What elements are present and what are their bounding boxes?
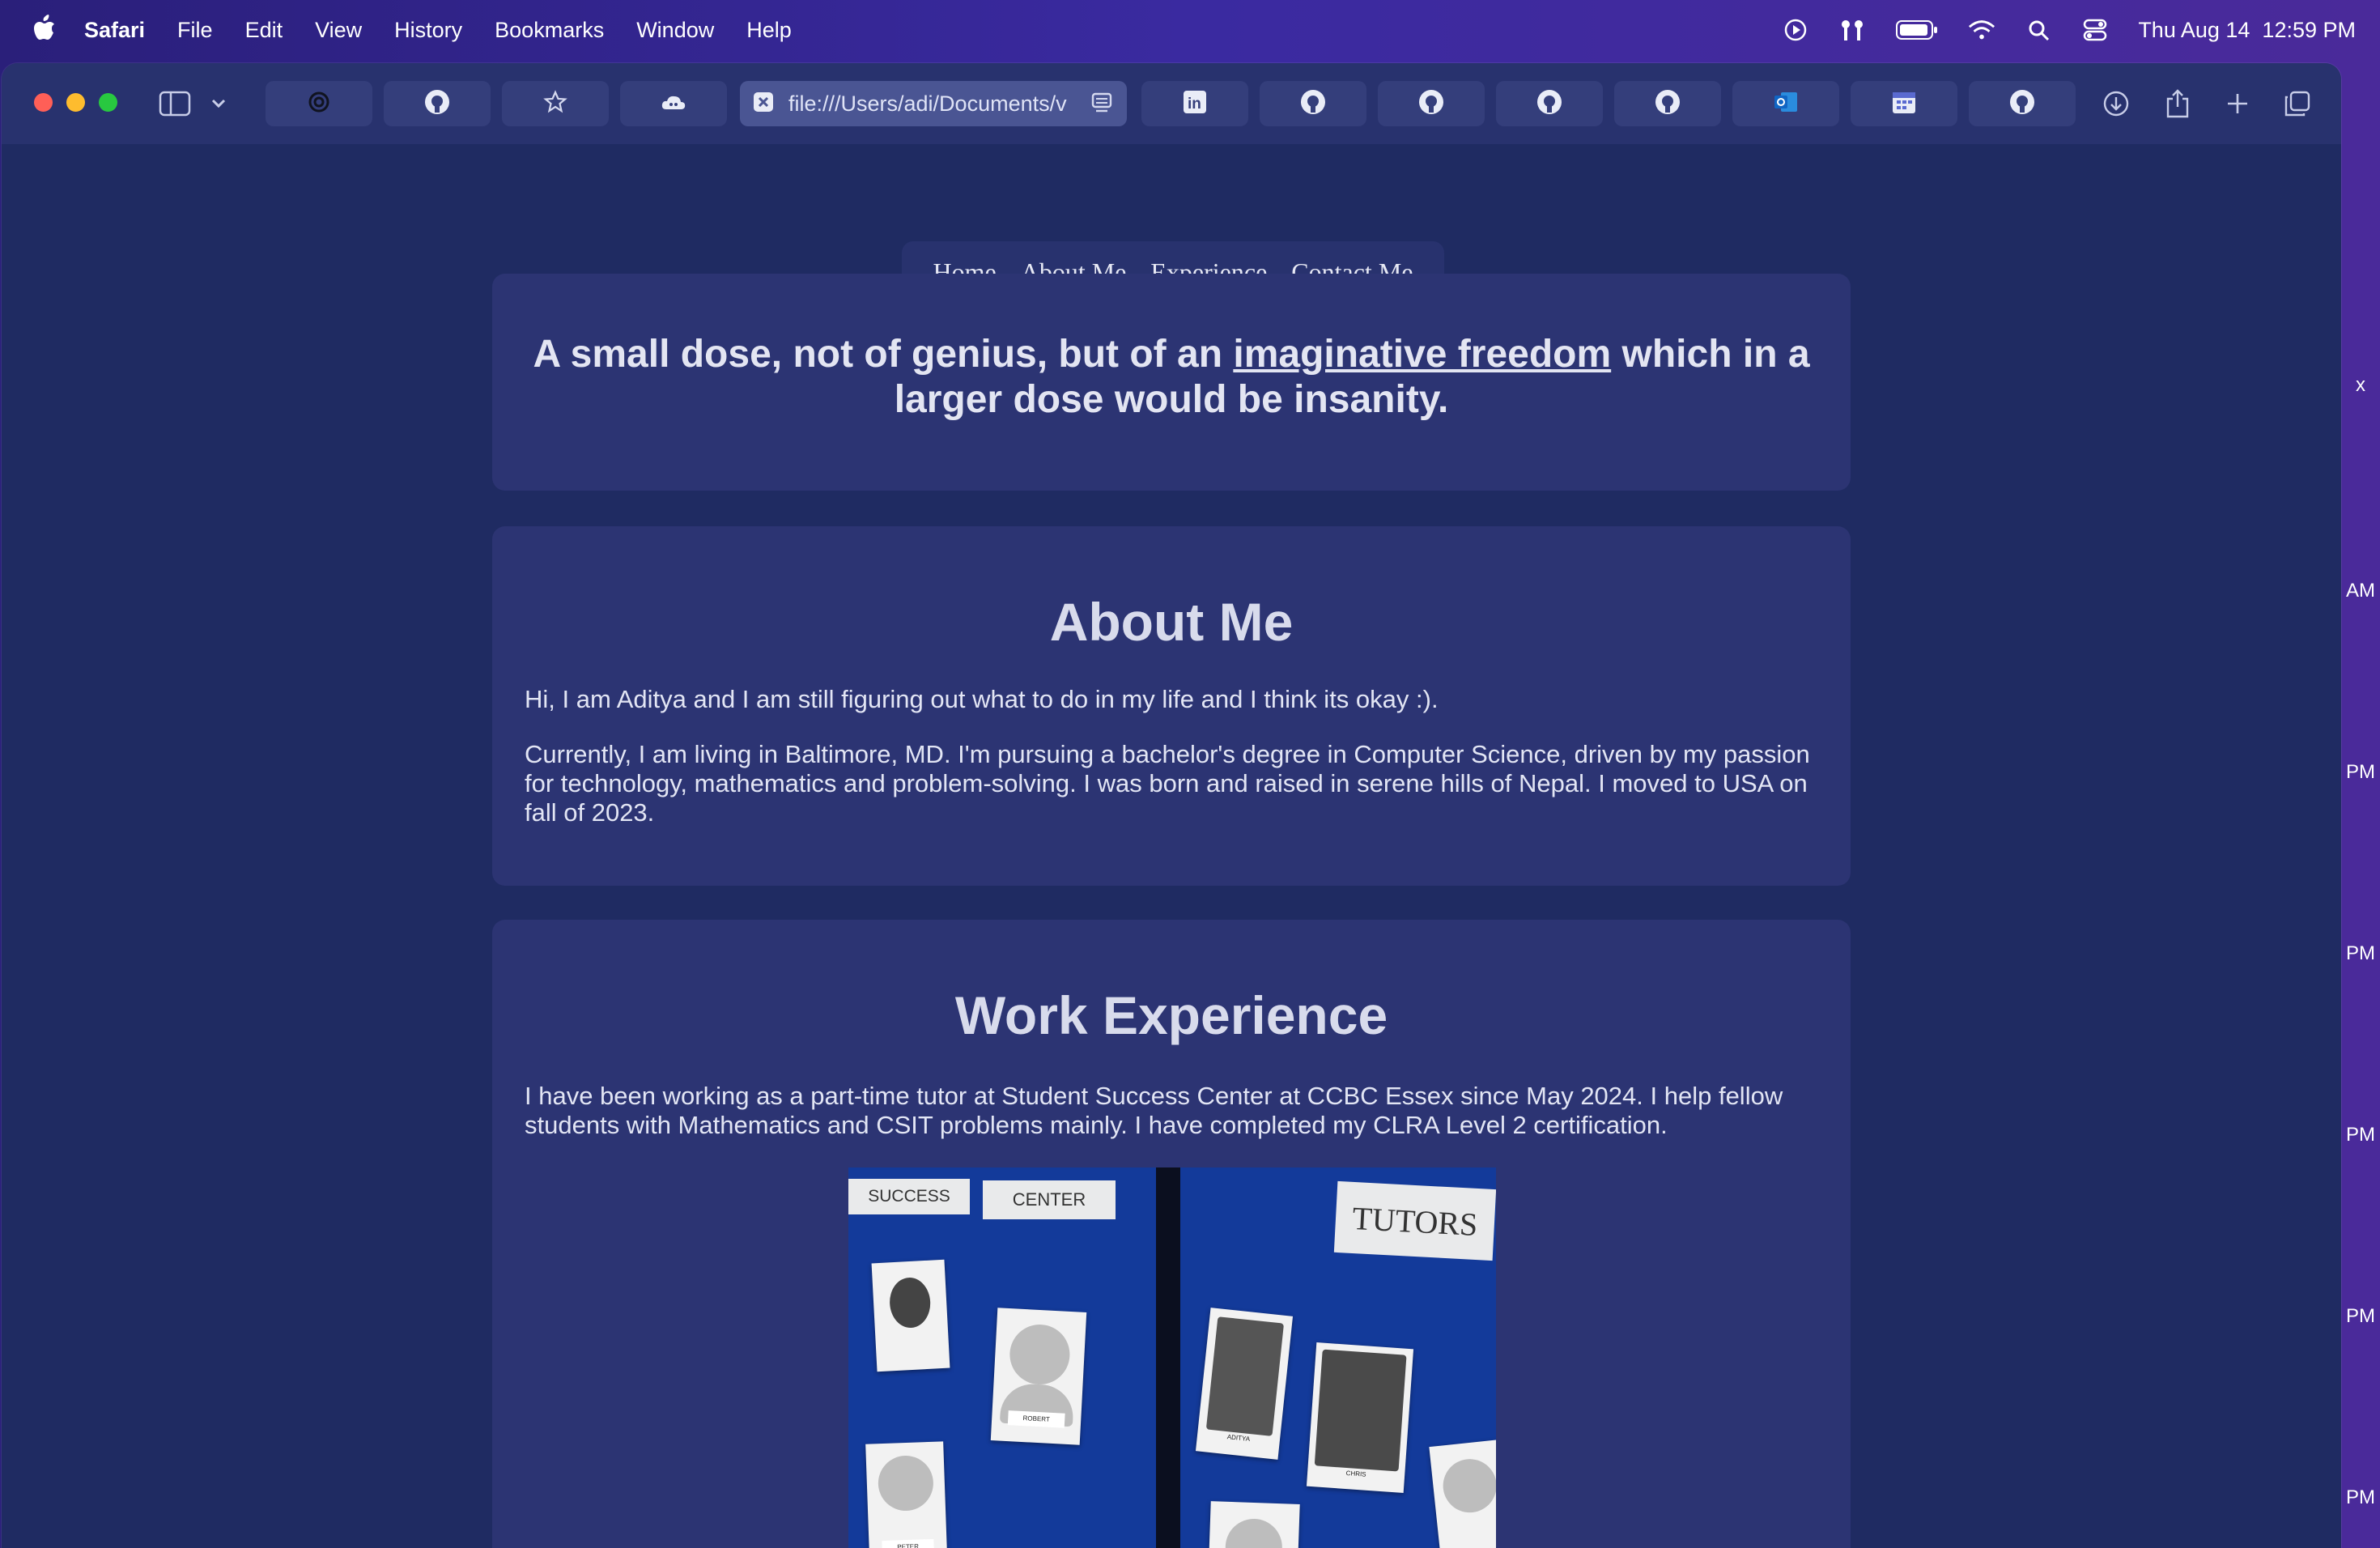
menu-bookmarks[interactable]: Bookmarks xyxy=(495,18,604,43)
new-tab-icon[interactable] xyxy=(2221,86,2254,121)
menu-history[interactable]: History xyxy=(394,18,462,43)
tutor-photo-aditya: ADITYA xyxy=(1195,1308,1294,1460)
tutor-board-photo: SUCCESS CENTER TUTORS ROBERT PETER ADITY… xyxy=(848,1167,1496,1548)
tab-outlook[interactable] xyxy=(1732,81,1839,126)
edge-fragment: PM xyxy=(2346,761,2375,783)
tutor-photo-chris: CHRIS xyxy=(1306,1342,1414,1493)
battery-icon[interactable] xyxy=(1895,16,1939,44)
github-icon xyxy=(1417,88,1445,120)
photo-label-success: SUCCESS xyxy=(848,1179,970,1214)
cloud-icon xyxy=(660,91,687,117)
tutor-photo-bottom xyxy=(1208,1501,1300,1548)
chris-name-tag: CHRIS xyxy=(1345,1469,1366,1478)
quote-before: A small dose, not of genius, but of an xyxy=(533,333,1234,376)
tab-openai[interactable] xyxy=(266,81,372,126)
tab-github-6[interactable] xyxy=(1969,81,2076,126)
tab-github-4[interactable] xyxy=(1496,81,1603,126)
edge-fragment: PM xyxy=(2346,942,2375,964)
sidebar-toggle-icon[interactable] xyxy=(157,86,193,121)
github-icon xyxy=(1654,88,1681,120)
share-icon[interactable] xyxy=(2161,86,2194,121)
about-paragraph-2: Currently, I am living in Baltimore, MD.… xyxy=(525,740,1810,827)
file-icon xyxy=(753,91,774,117)
tab-active-address[interactable]: file:///Users/adi/Documents/v xyxy=(740,81,1127,126)
menu-app-name[interactable]: Safari xyxy=(84,18,145,43)
photo-label-tutors: TUTORS xyxy=(1333,1180,1496,1261)
address-bar-url[interactable]: file:///Users/adi/Documents/v xyxy=(788,91,1080,117)
edge-fragment: PM xyxy=(2346,1486,2375,1508)
edge-fragment: x xyxy=(2356,374,2365,396)
github-icon xyxy=(2008,88,2036,120)
work-title: Work Experience xyxy=(954,985,1388,1045)
browser-toolbar: file:///Users/adi/Documents/v in xyxy=(2,63,2341,144)
menu-window[interactable]: Window xyxy=(636,18,714,43)
zoom-window-button[interactable] xyxy=(99,93,117,112)
menu-view[interactable]: View xyxy=(315,18,362,43)
reader-mode-icon[interactable] xyxy=(1091,92,1112,119)
tab-favorites[interactable] xyxy=(502,81,609,126)
tab-cloud[interactable] xyxy=(620,81,727,126)
close-window-button[interactable] xyxy=(34,93,53,112)
github-icon xyxy=(1536,88,1563,120)
robert-name-tag: ROBERT xyxy=(1007,1410,1065,1428)
work-paragraph-1: I have been working as a part-time tutor… xyxy=(525,1082,1783,1139)
edge-fragment: AM xyxy=(2346,580,2375,602)
outlook-icon xyxy=(1773,90,1799,118)
tab-overview-icon[interactable] xyxy=(2281,86,2314,121)
wifi-icon[interactable] xyxy=(1968,16,1995,44)
tab-linkedin[interactable]: in xyxy=(1141,81,1248,126)
peter-name-tag: PETER xyxy=(882,1538,934,1548)
tutor-photo-peter: PETER xyxy=(865,1441,948,1548)
tutor-photo-partial xyxy=(1429,1439,1496,1548)
menu-bar: Safari File Edit View History Bookmarks … xyxy=(0,0,2380,60)
quote-card: A small dose, not of genius, but of an i… xyxy=(492,274,1851,491)
about-paragraph-1: Hi, I am Aditya and I am still figuring … xyxy=(525,685,1439,713)
tutor-photo-1 xyxy=(871,1259,950,1372)
board-divider xyxy=(1156,1167,1180,1548)
play-icon[interactable] xyxy=(1782,16,1809,44)
about-card: About Me Hi, I am Aditya and I am still … xyxy=(492,526,1851,886)
about-title: About Me xyxy=(1049,592,1294,652)
github-icon xyxy=(1299,88,1327,120)
tab-github-5[interactable] xyxy=(1614,81,1721,126)
tab-calendar[interactable] xyxy=(1851,81,1957,126)
edge-fragment: PM xyxy=(2346,1305,2375,1327)
tab-github-2[interactable] xyxy=(1260,81,1366,126)
control-center-icon[interactable] xyxy=(2081,16,2109,44)
downloads-icon[interactable] xyxy=(2100,86,2132,121)
calendar-icon xyxy=(1891,89,1917,119)
tab-github-3[interactable] xyxy=(1378,81,1485,126)
lyrics-icon[interactable] xyxy=(1838,16,1866,44)
chevron-down-icon[interactable] xyxy=(209,86,228,121)
minimize-window-button[interactable] xyxy=(66,93,85,112)
menu-help[interactable]: Help xyxy=(746,18,792,43)
star-icon xyxy=(543,89,567,118)
svg-text:in: in xyxy=(1188,96,1201,113)
spotlight-search-icon[interactable] xyxy=(2025,16,2052,44)
photo-label-center: CENTER xyxy=(983,1180,1116,1219)
github-icon xyxy=(423,88,451,120)
tab-github-1[interactable] xyxy=(384,81,491,126)
menu-file[interactable]: File xyxy=(177,18,213,43)
menu-edit[interactable]: Edit xyxy=(245,18,283,43)
linkedin-icon: in xyxy=(1183,90,1207,118)
edge-fragment: PM xyxy=(2346,1124,2375,1146)
tutor-photo-robert: ROBERT xyxy=(990,1308,1087,1445)
menu-clock[interactable]: Thu Aug 14 12:59 PM xyxy=(2138,18,2356,43)
apple-icon[interactable] xyxy=(32,14,57,47)
quote-link[interactable]: imaginative freedom xyxy=(1233,333,1611,376)
openai-icon xyxy=(308,91,330,117)
quote-text: A small dose, not of genius, but of an i… xyxy=(525,332,1818,423)
